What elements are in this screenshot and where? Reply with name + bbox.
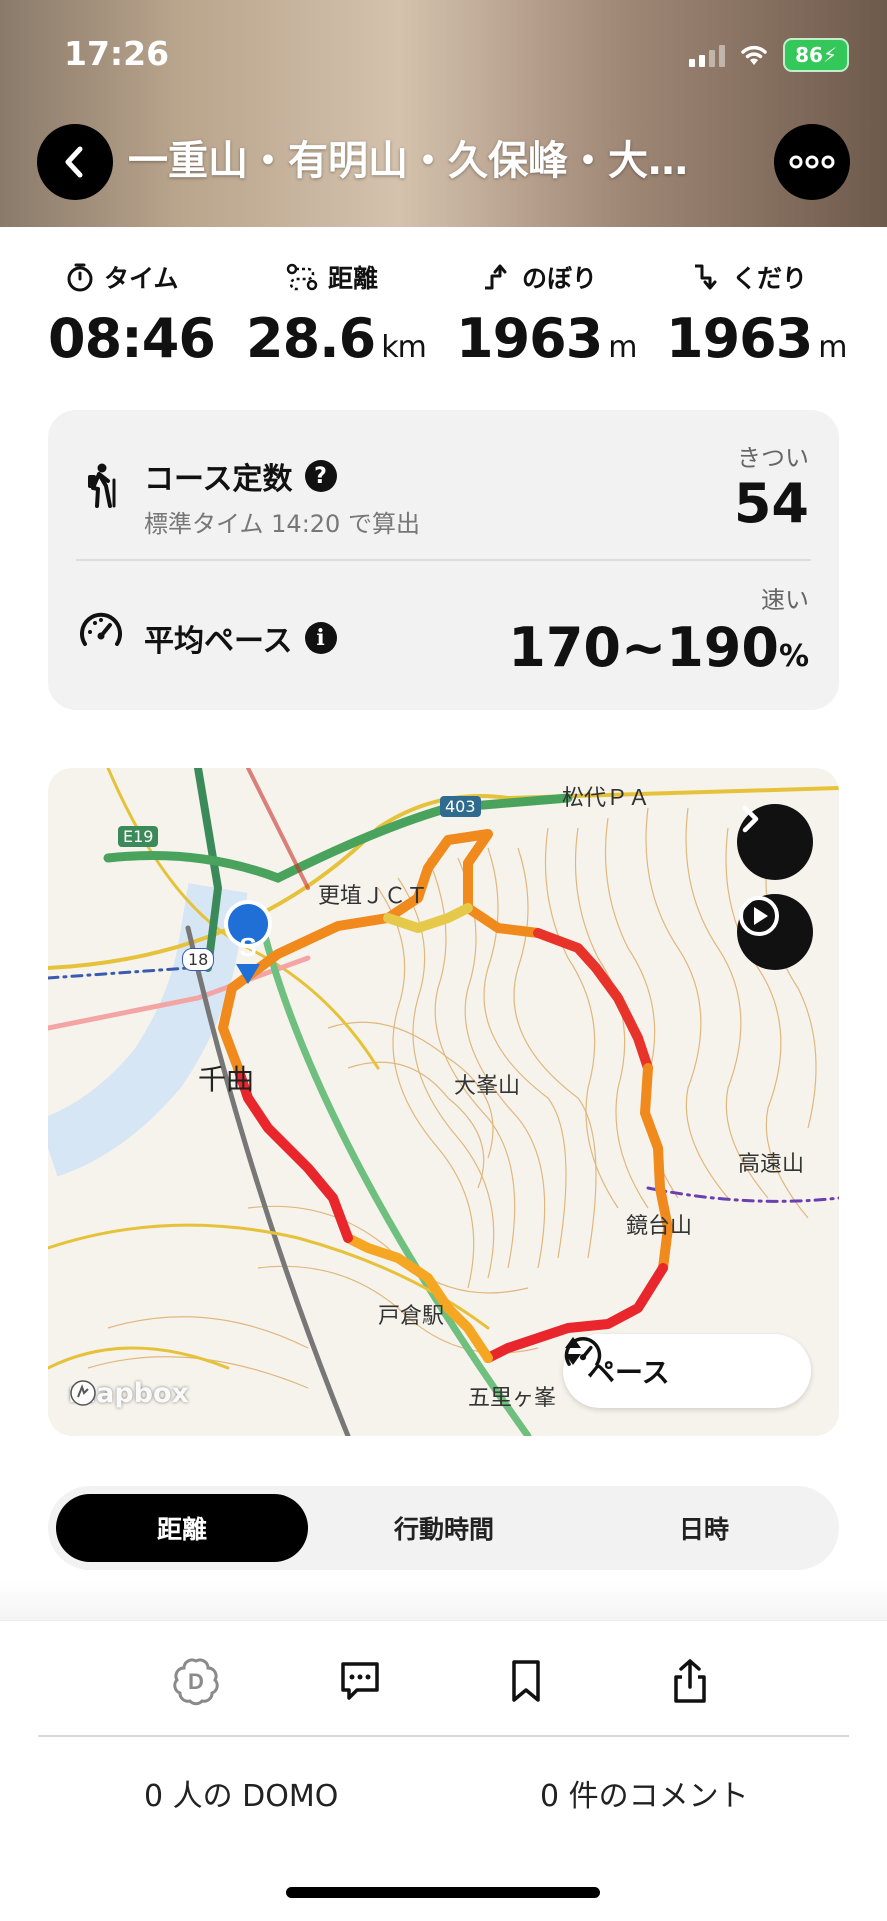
status-time: 17:26 (64, 34, 170, 73)
stopwatch-icon (67, 263, 93, 292)
mapbox-icon (70, 1380, 96, 1406)
map-next-button[interactable] (737, 804, 813, 880)
course-constant-subtitle: 標準タイム 14:20 で算出 (144, 510, 420, 538)
map-label-omineyama: 大峯山 (454, 1074, 521, 1099)
pace-level-label: 速い (761, 586, 809, 614)
play-circle-icon (739, 896, 779, 936)
stat-value: 1963 m (666, 307, 848, 370)
route-shield-403: 403 (440, 796, 481, 817)
speedometer-icon (80, 612, 122, 646)
domo-flower-icon: D (173, 1658, 219, 1706)
domo-count[interactable]: 0 人の DOMO (144, 1771, 338, 1815)
stat-distance: 距離 28.6 km (246, 227, 427, 370)
chevron-right-icon (742, 805, 759, 833)
comment-count[interactable]: 0 件のコメント (540, 1771, 749, 1815)
share-button[interactable] (662, 1653, 718, 1709)
course-constant-title: コース定数 ? (144, 454, 337, 498)
average-pace-value: 170~190% (508, 616, 809, 679)
stat-value: 1963 m (456, 307, 638, 370)
pace-mode-selector[interactable]: ペース (563, 1334, 811, 1408)
stat-ascent: のぼり 1963 m (456, 227, 638, 370)
map-label-takatoyama: 高遠山 (738, 1152, 805, 1177)
up-down-chevron-icon (565, 1337, 581, 1365)
comment-button[interactable] (332, 1653, 388, 1709)
svg-text:D: D (188, 1669, 204, 1694)
wifi-icon (741, 45, 767, 65)
stat-label: 距離 (328, 264, 379, 293)
more-button[interactable] (774, 124, 850, 200)
stat-time: タイム 08:46 (48, 227, 216, 370)
more-dots-icon (789, 155, 835, 169)
battery-indicator: 86⚡ (783, 38, 849, 72)
map-label-gorigamine: 五里ヶ峯 (468, 1386, 557, 1411)
map-play-button[interactable] (737, 894, 813, 970)
chevron-left-icon (65, 146, 83, 178)
course-constant-row[interactable]: コース定数 ? 標準タイム 14:20 で算出 きつい 54 (48, 410, 839, 560)
course-card: コース定数 ? 標準タイム 14:20 で算出 きつい 54 平均ペース i 速… (48, 410, 839, 710)
map-label-tokura-station: 戸倉駅 (378, 1304, 445, 1329)
comment-bubble-icon (341, 1662, 379, 1700)
bookmark-icon (512, 1660, 540, 1702)
header-background: 17:26 86⚡ 一重山・有明山・久保峰・大… (0, 0, 887, 227)
activity-stats: タイム 08:46 距離 28.6 km のぼり 1963 m くだり 1963… (0, 227, 887, 377)
share-icon (674, 1659, 706, 1703)
route-distance-icon (286, 263, 318, 291)
graph-axis-segmented-control: 距離 行動時間 日時 (48, 1486, 839, 1570)
descent-arrow-icon (695, 264, 717, 290)
stat-label: くだり (732, 264, 808, 293)
info-icon[interactable]: i (304, 622, 337, 654)
page-title: 一重山・有明山・久保峰・大… (128, 138, 688, 184)
route-shield-e19: E19 (118, 826, 159, 847)
status-icons: 86⚡ (689, 38, 849, 72)
back-button[interactable] (37, 124, 113, 200)
content-fade (0, 1580, 887, 1620)
course-difficulty-label: きつい (737, 444, 809, 472)
course-constant-value: 54 (733, 472, 809, 535)
tab-moving-time[interactable]: 行動時間 (318, 1494, 570, 1562)
map-label-chikuma: 千曲 (198, 1063, 255, 1096)
svg-text:S: S (239, 932, 256, 962)
help-icon[interactable]: ? (304, 460, 337, 492)
cellular-signal-icon (689, 43, 726, 67)
ascent-arrow-icon (485, 264, 507, 290)
tab-distance[interactable]: 距離 (56, 1494, 308, 1562)
stat-value: 08:46 (48, 307, 216, 370)
social-actions-bar: D 0 人の DOMO 0 件のコメント (0, 1620, 887, 1921)
divider (38, 1735, 849, 1737)
map-label-kyodaisan: 鏡台山 (626, 1214, 693, 1239)
route-map[interactable]: S 千曲 大峯山 松代ＰＡ 更埴ＪＣＴ 戸倉駅 五里ヶ峯 高遠山 鏡台山 403… (48, 768, 839, 1436)
average-pace-row[interactable]: 平均ペース i 速い 170~190% (48, 560, 839, 710)
map-label-jct: 更埴ＪＣＴ (318, 884, 429, 909)
map-label-matsushiro-pa: 松代ＰＡ (562, 786, 651, 811)
mapbox-logo: mapbox (68, 1378, 189, 1409)
stat-descent: くだり 1963 m (666, 227, 848, 370)
home-indicator[interactable] (286, 1887, 600, 1898)
bookmark-button[interactable] (498, 1653, 554, 1709)
route-shield-18: 18 (182, 948, 215, 971)
domo-button[interactable]: D (168, 1653, 224, 1709)
stat-value: 28.6 km (246, 307, 427, 370)
hiker-icon (88, 463, 116, 508)
stat-label: タイム (104, 264, 179, 293)
stat-label: のぼり (522, 264, 598, 293)
average-pace-title: 平均ペース i (144, 616, 337, 660)
tab-datetime[interactable]: 日時 (578, 1494, 830, 1562)
